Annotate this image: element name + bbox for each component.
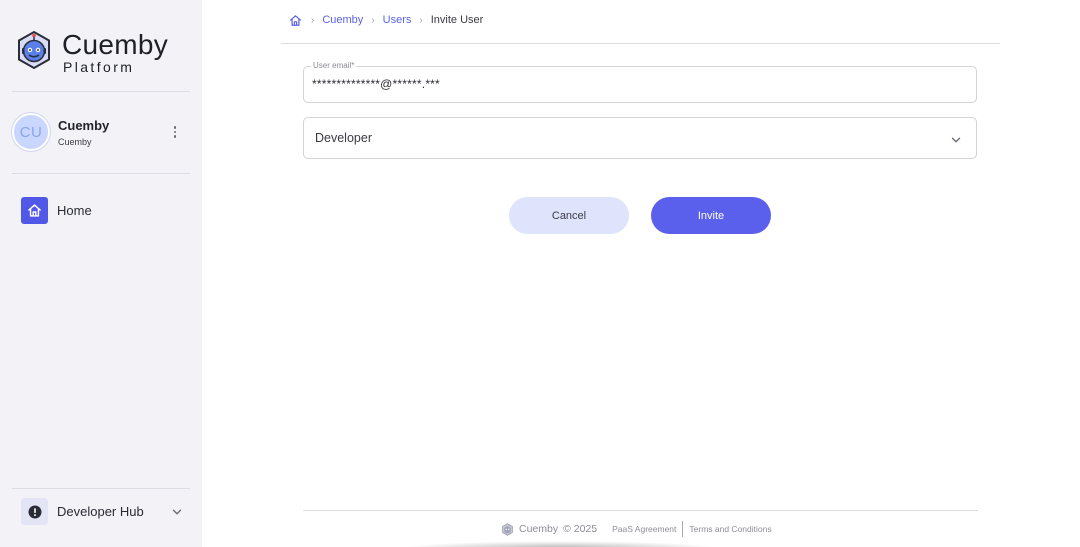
sidebar-divider — [12, 488, 190, 489]
chevron-right-icon: › — [371, 14, 375, 26]
footer-brand: Cuemby — [519, 523, 559, 535]
avatar[interactable]: CU — [12, 113, 50, 151]
sidebar-divider — [12, 173, 190, 174]
sidebar: Cuemby Platform CU Cuemby Cuemby Home De… — [0, 0, 202, 547]
email-input[interactable] — [312, 77, 962, 91]
sidebar-divider — [12, 91, 190, 92]
sidebar-item-home[interactable]: Home — [21, 197, 92, 224]
cuemby-robot-logo-icon — [502, 522, 513, 536]
bottom-shadow — [400, 541, 720, 547]
sidebar-item-label: Home — [57, 203, 92, 218]
home-icon[interactable] — [289, 13, 303, 27]
chevron-right-icon: › — [311, 14, 315, 26]
role-select-value: Developer — [315, 131, 372, 145]
terms-link[interactable]: Terms and Conditions — [689, 524, 771, 534]
breadcrumb-link-cuemby[interactable]: Cuemby — [322, 14, 363, 26]
brand-subtitle: Platform — [63, 59, 135, 75]
footer-divider — [303, 510, 978, 511]
footer: Cuemby © 2025 PaaS Agreement Terms and C… — [501, 521, 772, 537]
paas-agreement-link[interactable]: PaaS Agreement — [612, 524, 676, 534]
chevron-down-icon — [172, 509, 182, 515]
breadcrumb-current: Invite User — [430, 14, 484, 26]
invite-button[interactable]: Invite — [651, 197, 771, 234]
cancel-button[interactable]: Cancel — [509, 197, 629, 234]
cuemby-robot-logo-icon — [18, 30, 50, 70]
role-select[interactable]: Developer — [303, 117, 977, 159]
header-divider — [281, 43, 1000, 44]
email-field-label: User email* — [311, 61, 357, 70]
alert-circle-icon — [21, 498, 48, 525]
email-field[interactable]: User email* — [303, 61, 977, 103]
developer-hub-toggle[interactable]: Developer Hub — [21, 498, 187, 525]
user-name: Cuemby — [58, 118, 110, 133]
chevron-right-icon: › — [419, 14, 423, 26]
home-icon — [21, 197, 48, 224]
user-card: CU Cuemby Cuemby — [12, 113, 190, 153]
breadcrumb: › Cuemby › Users › Invite User — [289, 12, 483, 28]
footer-copyright: © 2025 — [563, 523, 598, 535]
developer-hub-label: Developer Hub — [57, 504, 144, 519]
chevron-down-icon — [951, 137, 961, 143]
more-vertical-icon[interactable] — [168, 123, 182, 141]
brand-logo[interactable]: Cuemby Platform — [14, 30, 168, 74]
breadcrumb-link-users[interactable]: Users — [383, 14, 412, 26]
brand-name: Cuemby — [62, 29, 169, 60]
user-org: Cuemby — [58, 137, 92, 147]
footer-separator — [682, 521, 684, 537]
